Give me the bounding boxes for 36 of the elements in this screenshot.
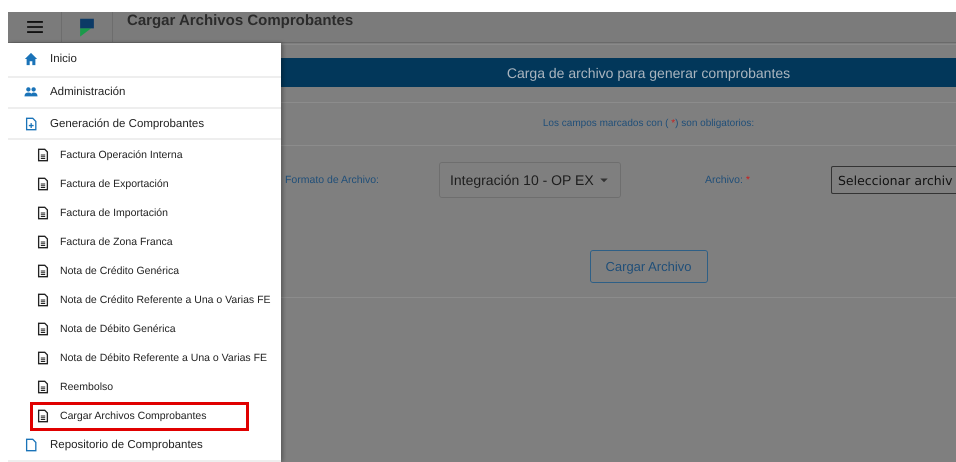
menu-item[interactable]: Generación de Comprobantes	[8, 109, 281, 140]
submenu-item[interactable]: Nota de Crédito Genérica	[8, 256, 281, 286]
file-select-button[interactable]: Seleccionar archiv	[831, 166, 956, 194]
submenu-item[interactable]: Factura Operación Interna	[8, 140, 281, 170]
document-icon	[36, 176, 50, 191]
document-icon	[36, 234, 50, 249]
menu-item[interactable]: Inicio	[8, 43, 281, 78]
menu-item[interactable]: Repositorio de Comprobantes	[8, 430, 281, 462]
document-icon	[36, 293, 50, 308]
people-icon	[24, 85, 38, 100]
document-icon	[36, 148, 50, 162]
menu-icon	[26, 18, 44, 36]
document-icon	[36, 206, 50, 220]
document-icon	[36, 409, 50, 424]
submenu-item[interactable]: Nota de Crédito Referente a Una o Varias FE	[8, 286, 281, 315]
submenu-item[interactable]: Cargar Archivos Comprobantes	[30, 402, 249, 431]
submenu-item[interactable]: Nota de Débito Referente a Una o Varias FE	[8, 344, 281, 373]
panel-title-bar: Carga de archivo para generar comprobantes	[281, 58, 956, 87]
file-label: Archivo: *	[705, 174, 751, 186]
document-icon	[36, 264, 50, 278]
submenu-item[interactable]: Factura de Exportación	[8, 169, 281, 198]
submenu-item[interactable]: Factura de Importación	[8, 198, 281, 228]
home-icon	[24, 52, 38, 66]
format-label: Formato de Archivo:	[285, 174, 380, 186]
submenu-item[interactable]: Factura de Zona Franca	[8, 227, 281, 256]
file-icon	[24, 438, 38, 452]
submenu-item[interactable]: Nota de Débito Genérica	[8, 314, 281, 344]
document-icon	[36, 322, 50, 336]
submenu-item[interactable]: Reembolso	[8, 372, 281, 402]
menu-item[interactable]: Administración	[8, 78, 281, 110]
file-plus-icon	[24, 116, 38, 131]
format-select[interactable]: Integración 10 - OP EX	[439, 162, 621, 198]
page-title: Cargar Archivos Comprobantes	[127, 12, 354, 28]
required-notice: Los campos marcados con ( *) son obligatorios:	[281, 102, 956, 146]
document-icon	[36, 351, 50, 366]
document-icon	[36, 380, 50, 394]
